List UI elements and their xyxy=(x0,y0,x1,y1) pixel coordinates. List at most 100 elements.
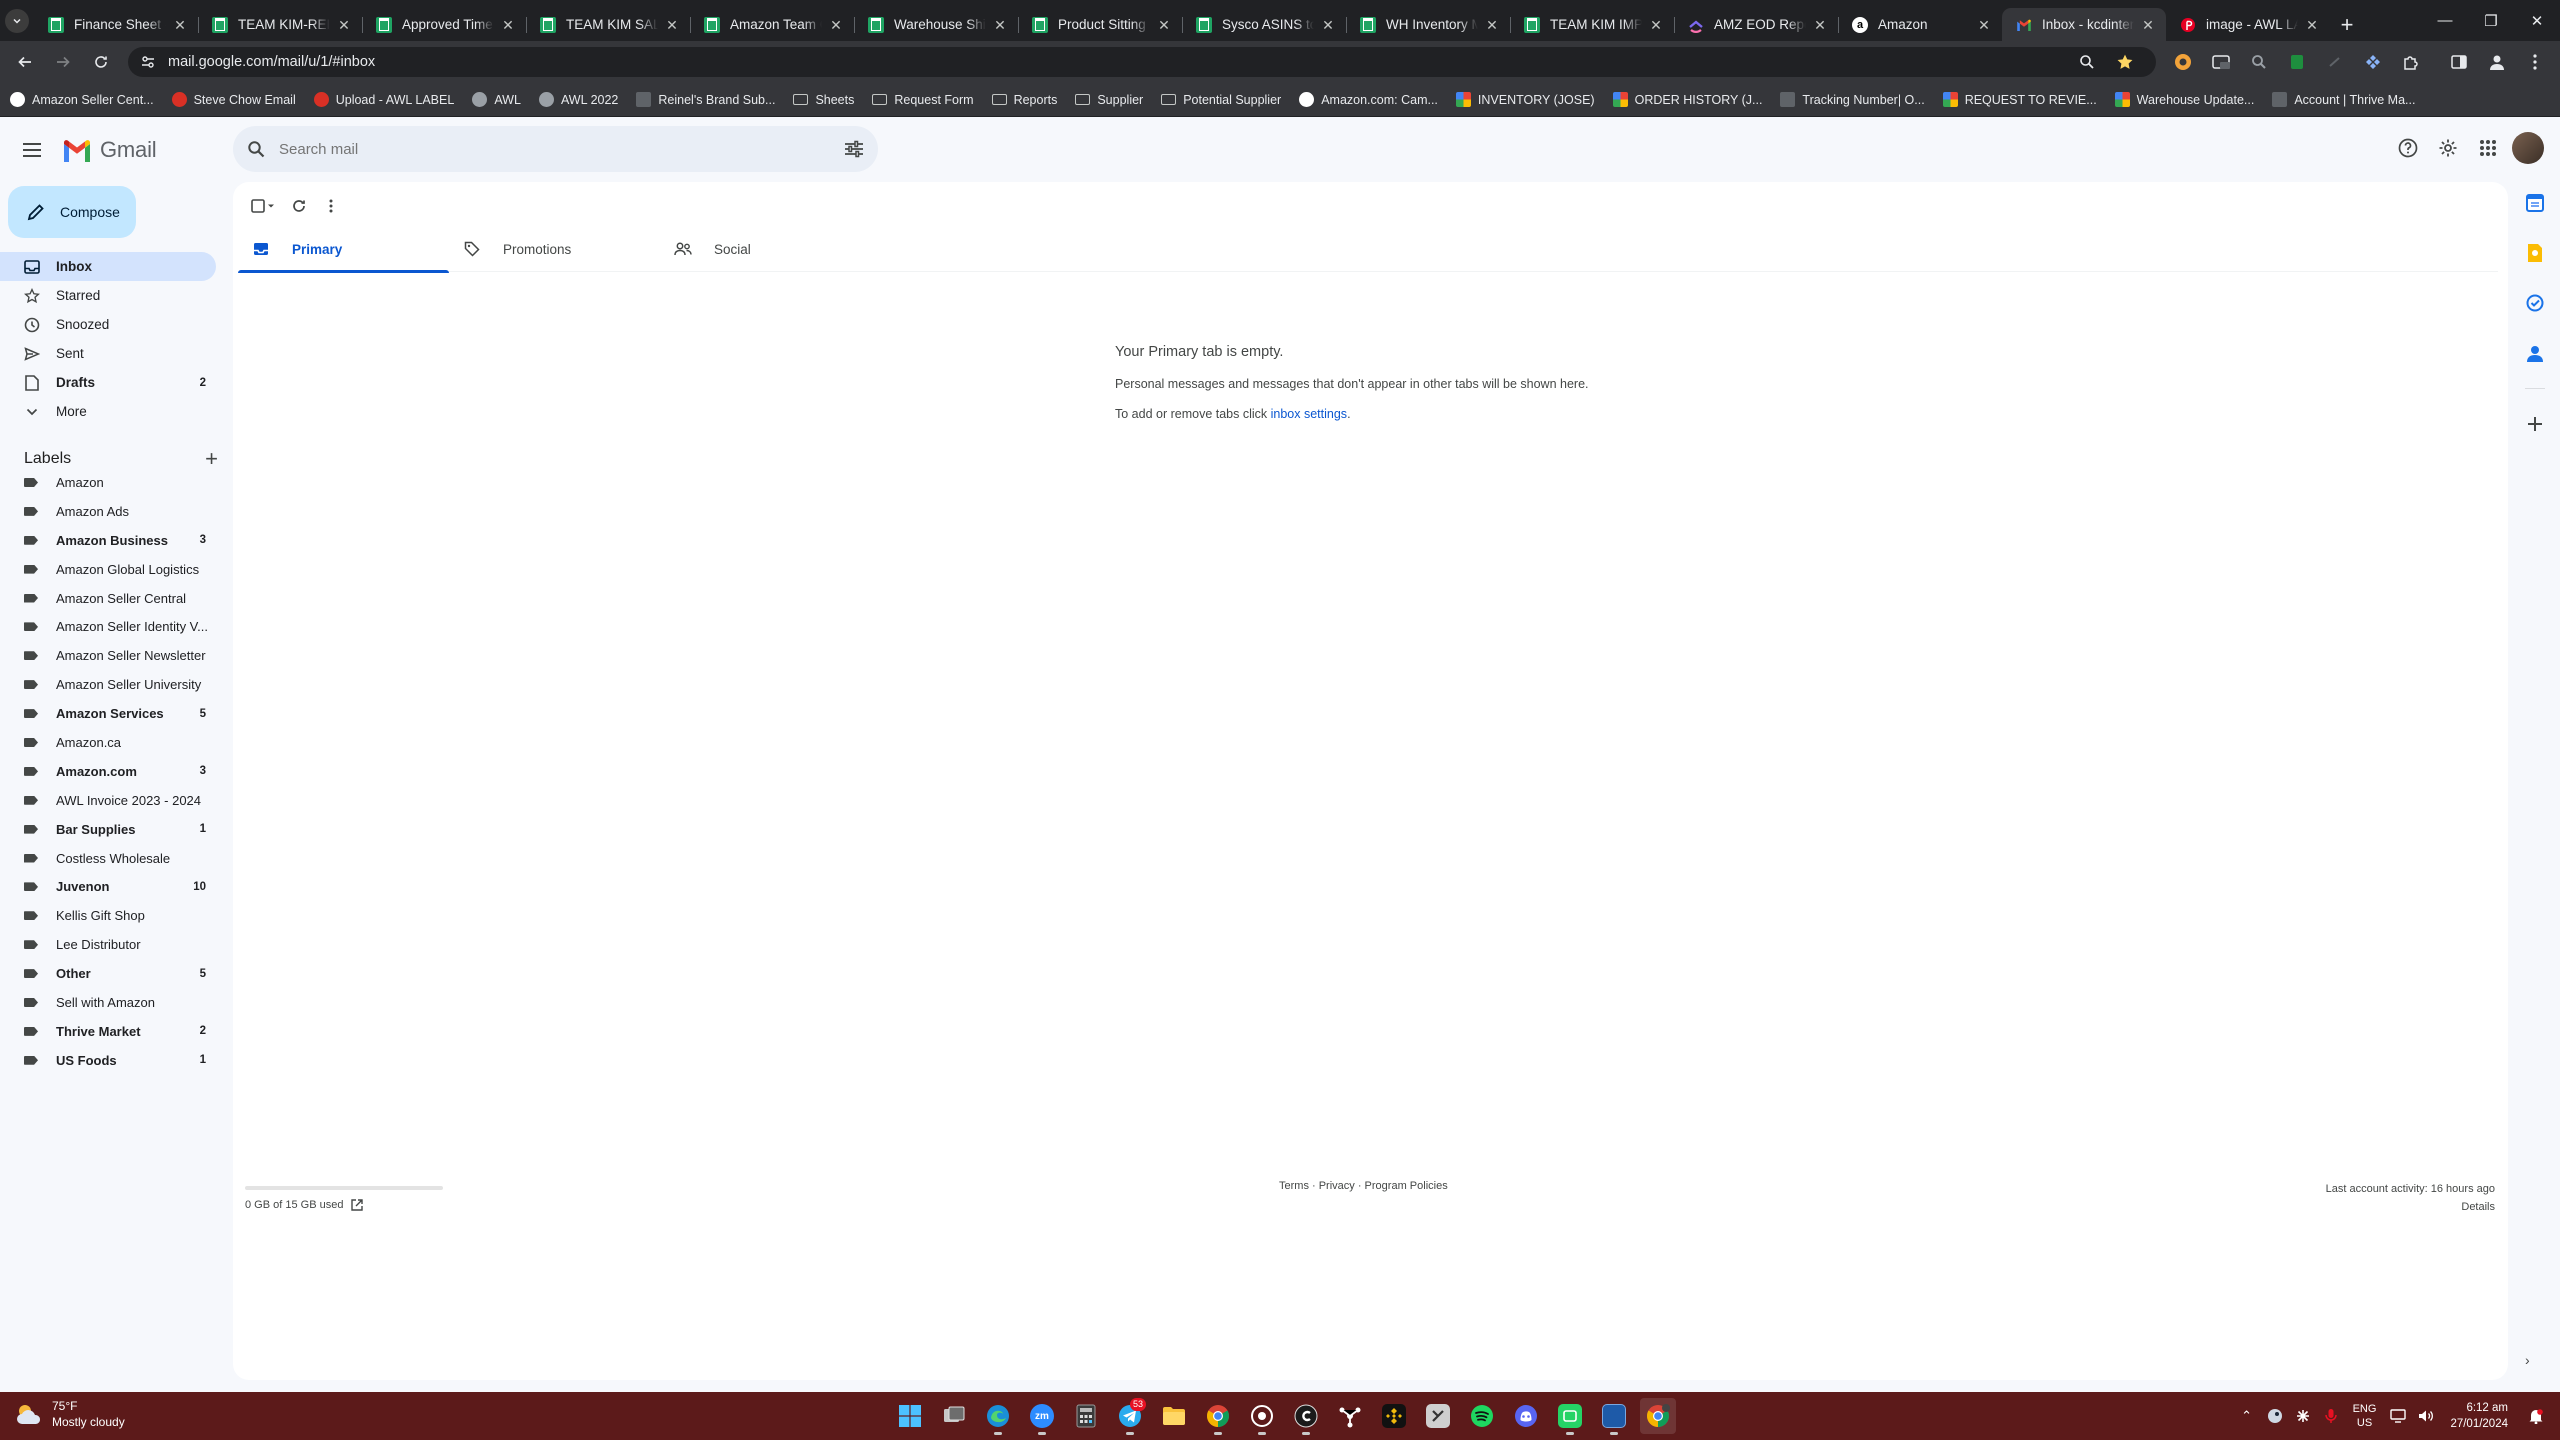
close-tab-icon[interactable]: ✕ xyxy=(1320,17,1336,33)
notifications-bell-icon[interactable] xyxy=(2522,1402,2550,1430)
close-tab-icon[interactable]: ✕ xyxy=(664,17,680,33)
nav-item-drafts[interactable]: Drafts 2 xyxy=(0,368,216,397)
telegram-app[interactable]: 53 xyxy=(1112,1398,1148,1435)
nav-item-snoozed[interactable]: Snoozed xyxy=(0,310,216,339)
browser-tab[interactable]: TEAM KIM IMPO ✕ xyxy=(1510,8,1674,41)
extension-search-icon[interactable] xyxy=(2246,49,2272,75)
label-item[interactable]: Amazon Seller Central xyxy=(0,584,216,613)
url-text[interactable]: mail.google.com/mail/u/1/#inbox xyxy=(168,54,2068,70)
label-item[interactable]: AWL Invoice 2023 - 2024 xyxy=(0,786,216,815)
close-tab-icon[interactable]: ✕ xyxy=(1976,17,1992,33)
bookmark-item[interactable]: Sheets xyxy=(793,93,854,107)
steam-tray-icon[interactable] xyxy=(2261,1402,2289,1430)
browser-menu-icon[interactable] xyxy=(2522,49,2548,75)
label-item[interactable]: Lee Distributor xyxy=(0,930,216,959)
close-tab-icon[interactable]: ✕ xyxy=(1156,17,1172,33)
bookmark-item[interactable]: Amazon Seller Cent... xyxy=(10,92,154,107)
browser-tab[interactable]: Amazon Team Or ✕ xyxy=(690,8,854,41)
binance-app[interactable] xyxy=(1376,1398,1412,1434)
browser-tab[interactable]: Product Sitting In ✕ xyxy=(1018,8,1182,41)
inbox-settings-link[interactable]: inbox settings xyxy=(1271,407,1347,421)
close-tab-icon[interactable]: ✕ xyxy=(2304,17,2320,33)
extension-arrow-icon[interactable] xyxy=(2322,49,2348,75)
label-item[interactable]: Amazon.ca xyxy=(0,728,216,757)
tab-primary[interactable]: Primary xyxy=(238,226,449,273)
label-item[interactable]: Amazon Seller University xyxy=(0,670,216,699)
profile-icon[interactable] xyxy=(2484,49,2510,75)
spotify-app[interactable] xyxy=(1464,1398,1500,1434)
edge-app[interactable] xyxy=(980,1398,1016,1435)
label-item[interactable]: Amazon.com 3 xyxy=(0,757,216,786)
minimize-button[interactable]: — xyxy=(2422,0,2468,41)
bookmark-item[interactable]: Supplier xyxy=(1075,93,1143,107)
bookmark-item[interactable]: Warehouse Update... xyxy=(2114,92,2254,107)
footer-links[interactable]: Terms · Privacy · Program Policies xyxy=(1279,1180,1448,1192)
close-tab-icon[interactable]: ✕ xyxy=(1484,17,1500,33)
close-tab-icon[interactable]: ✕ xyxy=(1812,17,1828,33)
close-tab-icon[interactable]: ✕ xyxy=(336,17,352,33)
main-menu-button[interactable] xyxy=(8,126,56,174)
label-item[interactable]: Amazon Services 5 xyxy=(0,699,216,728)
nav-item-sent[interactable]: Sent xyxy=(0,339,216,368)
support-button[interactable] xyxy=(2388,128,2428,168)
weather-widget[interactable]: 75°F Mostly cloudy xyxy=(14,1398,125,1430)
bookmark-item[interactable]: AWL 2022 xyxy=(538,92,618,107)
restore-button[interactable]: ❐ xyxy=(2468,0,2514,41)
close-tab-icon[interactable]: ✕ xyxy=(1648,17,1664,33)
nav-item-more[interactable]: More xyxy=(0,397,216,426)
contacts-app-button[interactable] xyxy=(2510,328,2560,378)
bookmark-item[interactable]: AWL xyxy=(472,92,521,107)
file-explorer-app[interactable] xyxy=(1156,1398,1192,1434)
close-tab-icon[interactable]: ✕ xyxy=(828,17,844,33)
refresh-button[interactable] xyxy=(283,190,315,222)
back-button[interactable] xyxy=(10,47,40,77)
volume-icon[interactable] xyxy=(2412,1402,2440,1430)
calculator-app[interactable] xyxy=(1068,1398,1104,1434)
close-tab-icon[interactable]: ✕ xyxy=(172,17,188,33)
nav-item-starred[interactable]: Starred xyxy=(0,281,216,310)
keep-app-button[interactable] xyxy=(2510,228,2560,278)
search-options-icon[interactable] xyxy=(844,140,864,158)
label-item[interactable]: Amazon Global Logistics xyxy=(0,555,216,584)
display-icon[interactable] xyxy=(2384,1402,2412,1430)
language-indicator[interactable]: ENG US xyxy=(2353,1402,2377,1430)
close-window-button[interactable]: ✕ xyxy=(2514,0,2560,41)
zoom-app[interactable]: zm xyxy=(1024,1398,1060,1435)
bookmark-item[interactable]: Reinel's Brand Sub... xyxy=(636,92,775,107)
open-storage-icon[interactable] xyxy=(351,1199,364,1211)
browser-tab[interactable]: Warehouse Shipp ✕ xyxy=(854,8,1018,41)
tasks-app-button[interactable] xyxy=(2510,278,2560,328)
browser-tab[interactable]: WH Inventory Ma ✕ xyxy=(1346,8,1510,41)
bookmark-item[interactable]: Tracking Number| O... xyxy=(1780,92,1925,107)
extension-inbox-icon[interactable] xyxy=(2208,49,2234,75)
label-item[interactable]: Thrive Market 2 xyxy=(0,1017,216,1046)
zoom-icon[interactable] xyxy=(2074,49,2100,75)
more-actions-button[interactable] xyxy=(315,190,347,222)
tab-search-button[interactable] xyxy=(0,0,34,41)
microphone-icon[interactable] xyxy=(2317,1402,2345,1430)
select-checkbox[interactable] xyxy=(243,190,283,222)
label-item[interactable]: Amazon Ads xyxy=(0,497,216,526)
browser-tab[interactable]: AMZ EOD Report ✕ xyxy=(1674,8,1838,41)
clock-app[interactable] xyxy=(1420,1398,1456,1434)
steam-app[interactable] xyxy=(1244,1398,1280,1435)
label-item[interactable]: Juvenon 10 xyxy=(0,872,216,901)
close-tab-icon[interactable]: ✕ xyxy=(2140,17,2156,33)
label-item[interactable]: Sell with Amazon xyxy=(0,988,216,1017)
calendar-app-button[interactable] xyxy=(2510,178,2560,228)
chrome-app[interactable] xyxy=(1200,1398,1236,1435)
clock[interactable]: 6:12 am 27/01/2024 xyxy=(2450,1400,2508,1432)
browser-tab[interactable]: Approved Time S ✕ xyxy=(362,8,526,41)
tab-promotions[interactable]: Promotions xyxy=(449,226,660,272)
bookmark-item[interactable]: Steve Chow Email xyxy=(171,92,296,107)
hub-tray-icon[interactable] xyxy=(2289,1402,2317,1430)
label-item[interactable]: Bar Supplies 1 xyxy=(0,815,216,844)
label-item[interactable]: Costless Wholesale xyxy=(0,844,216,873)
task-view-button[interactable] xyxy=(936,1398,972,1434)
google-apps-button[interactable] xyxy=(2468,128,2508,168)
browser-tab[interactable]: image - AWL LAB ✕ xyxy=(2166,8,2330,41)
forward-button[interactable] xyxy=(48,47,78,77)
browser-tab[interactable]: Finance Sheet - a ✕ xyxy=(34,8,198,41)
label-item[interactable]: Amazon Business 3 xyxy=(0,526,216,555)
new-tab-button[interactable]: + xyxy=(2330,8,2364,41)
